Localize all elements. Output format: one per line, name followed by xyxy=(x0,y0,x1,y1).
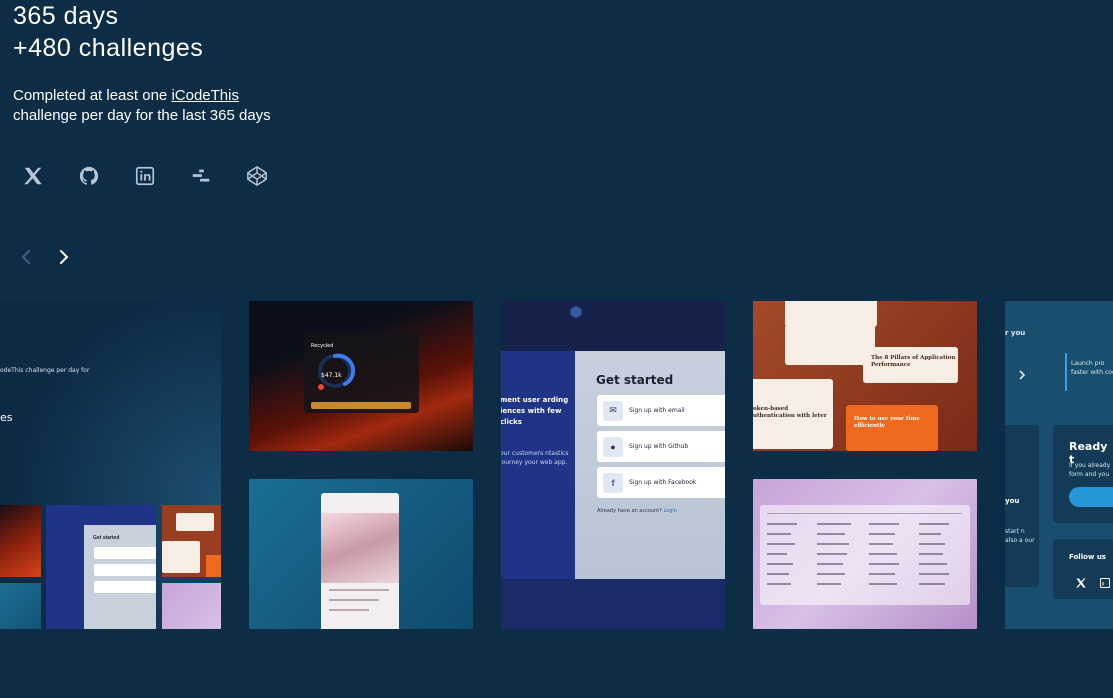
carousel-arrows xyxy=(18,247,72,267)
linkedin-icon xyxy=(1100,578,1110,588)
cta-pill xyxy=(1069,487,1113,507)
x-icon xyxy=(1076,578,1086,588)
signup-github-button: ● Sign up with Github xyxy=(597,431,725,462)
github-icon: ● xyxy=(603,436,623,457)
challenge-card-menu[interactable] xyxy=(753,479,977,629)
challenge-card-signup[interactable]: ment user arding iences with few clicks … xyxy=(501,301,725,629)
signup-email-button: ✉ Sign up with email xyxy=(597,395,725,426)
challenge-card-1[interactable]: odeThis challenge per day for es Get sta… xyxy=(0,301,221,629)
recycled-button xyxy=(311,402,411,409)
thumb-menu xyxy=(162,583,221,629)
social-links xyxy=(22,165,268,187)
facebook-icon: f xyxy=(603,472,623,493)
thumb-red xyxy=(0,505,41,577)
challenge-card-portfolio[interactable]: r you Launch pro faster with code you st… xyxy=(1005,301,1113,629)
thumb-notes xyxy=(162,505,221,577)
mail-icon: ✉ xyxy=(603,400,623,421)
chevron-right-icon[interactable] xyxy=(56,247,72,267)
days-count: 365 days xyxy=(13,2,119,30)
challenge-card-notes[interactable]: The 8 Pillars of Application Performance… xyxy=(753,301,977,451)
hexagon-icon xyxy=(570,306,582,318)
chevron-left-icon[interactable] xyxy=(18,247,34,267)
challenge-card-calendar[interactable] xyxy=(249,479,473,629)
progress-ring xyxy=(318,353,355,390)
headline: 365 days +480 challenges xyxy=(13,0,203,64)
thumb-signup: Get started xyxy=(46,505,156,629)
thumb-blue xyxy=(0,583,41,629)
github-icon[interactable] xyxy=(78,165,100,187)
blossom-image xyxy=(321,513,399,583)
challenge-card-recycled[interactable]: Recycled $47.1k xyxy=(249,301,473,451)
chevron-right-icon xyxy=(1019,370,1026,380)
linkedin-icon[interactable] xyxy=(134,165,156,187)
signup-facebook-button: f Sign up with Facebook xyxy=(597,467,725,498)
get-started-title: Get started xyxy=(596,373,674,387)
menu-panel xyxy=(760,505,970,605)
description: Completed at least one iCodeThis challen… xyxy=(13,87,271,124)
dailydev-icon[interactable] xyxy=(190,165,212,187)
icodethis-link[interactable]: iCodeThis xyxy=(171,87,239,104)
challenges-count: +480 challenges xyxy=(13,34,204,62)
x-icon[interactable] xyxy=(22,165,44,187)
codepen-icon[interactable] xyxy=(246,165,268,187)
